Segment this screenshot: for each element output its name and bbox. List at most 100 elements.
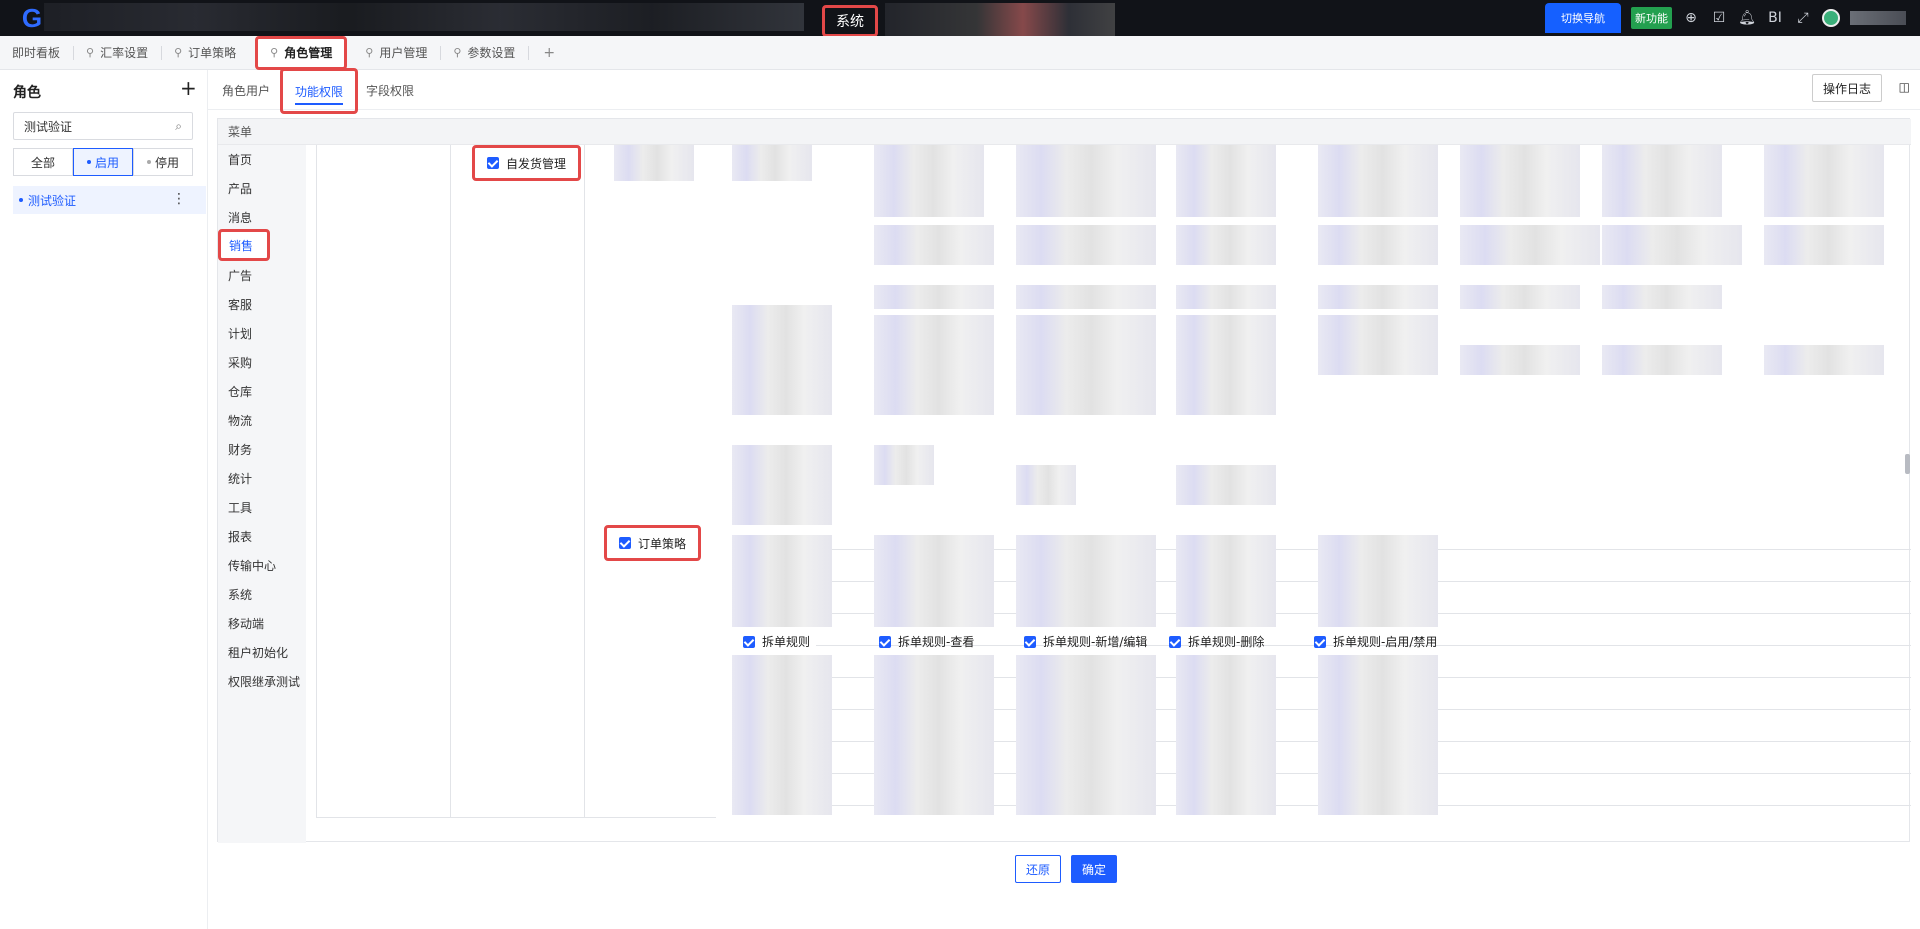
blurred-nav-right bbox=[885, 3, 1115, 39]
perm-split-view[interactable]: 拆单规则-查看 bbox=[879, 633, 974, 650]
pin-icon[interactable]: ⚲ bbox=[86, 46, 94, 59]
filter-disabled[interactable]: 停用 bbox=[133, 148, 193, 176]
top-right-tools: 切换导航 新功能 ⊕ ☑ 🔔︎ BI ⤢ bbox=[1545, 0, 1906, 36]
tab-exchange-rate[interactable]: ⚲ 汇率设置 bbox=[74, 36, 161, 70]
main-content: 角色用户 功能权限 字段权限 操作日志 ◫ 菜单 首页 产品 消息 销售 广告 … bbox=[208, 68, 1920, 929]
checkbox-checked-icon[interactable] bbox=[487, 157, 499, 169]
user-name-blurred[interactable] bbox=[1850, 11, 1906, 25]
switch-nav-button[interactable]: 切换导航 bbox=[1545, 3, 1621, 33]
blurred-cell bbox=[874, 315, 994, 415]
blurred-cell bbox=[1016, 285, 1156, 309]
blurred-cell bbox=[732, 305, 832, 415]
grid-line bbox=[584, 145, 585, 817]
search-icon[interactable]: ⌕ bbox=[175, 119, 182, 134]
menu-item[interactable]: 首页 bbox=[218, 147, 306, 171]
role-search-input[interactable]: 测试验证 ⌕ bbox=[13, 112, 193, 140]
menu-item[interactable]: 物流 bbox=[218, 408, 306, 432]
menu-item[interactable]: 计划 bbox=[218, 321, 306, 345]
menu-item[interactable]: 移动端 bbox=[218, 611, 306, 635]
menu-item[interactable]: 产品 bbox=[218, 176, 306, 200]
page-tabs: 即时看板 ⚲ 汇率设置 ⚲ 订单策略 ⚲ 角色管理 ⚲ 用户管理 ⚲ 参数设置 + bbox=[0, 35, 1920, 70]
blurred-cell bbox=[1016, 225, 1156, 265]
pin-icon[interactable]: ⚲ bbox=[453, 46, 461, 59]
blurred-cell bbox=[1016, 145, 1156, 217]
calendar-check-icon[interactable]: ☑ bbox=[1710, 10, 1728, 26]
blurred-cell bbox=[1460, 285, 1580, 309]
tab-user-management[interactable]: ⚲ 用户管理 bbox=[353, 36, 440, 70]
blurred-cell bbox=[1602, 285, 1722, 309]
confirm-button[interactable]: 确定 bbox=[1071, 855, 1118, 883]
permission-frame: 菜单 首页 产品 消息 销售 广告 客服 计划 采购 仓库 物流 财务 统计 工… bbox=[217, 118, 1911, 843]
blurred-cell bbox=[874, 655, 994, 815]
menu-list: 首页 产品 消息 销售 广告 客服 计划 采购 仓库 物流 财务 统计 工具 报… bbox=[218, 145, 306, 843]
footer-actions: 还原 确定 bbox=[1015, 855, 1118, 883]
checkbox-checked-icon[interactable] bbox=[1314, 635, 1326, 648]
blurred-cell bbox=[1318, 655, 1438, 815]
scrollbar[interactable] bbox=[1905, 454, 1910, 474]
menu-item-sales[interactable]: 销售 bbox=[218, 229, 270, 261]
menu-item[interactable]: 统计 bbox=[218, 466, 306, 490]
add-tab-icon[interactable]: + bbox=[529, 45, 569, 61]
perm-split-toggle[interactable]: 拆单规则-启用/禁用 bbox=[1314, 633, 1437, 650]
checkbox-checked-icon[interactable] bbox=[1169, 635, 1181, 648]
more-vertical-icon[interactable]: ⋮ bbox=[172, 191, 186, 207]
dot-icon bbox=[86, 160, 91, 164]
menu-item[interactable]: 权限继承测试 bbox=[218, 669, 306, 693]
add-role-icon[interactable]: + bbox=[180, 76, 197, 100]
blurred-cell bbox=[1318, 315, 1438, 375]
checkbox-checked-icon[interactable] bbox=[743, 635, 755, 648]
operation-log-button[interactable]: 操作日志 bbox=[1811, 74, 1882, 102]
menu-item[interactable]: 工具 bbox=[218, 495, 306, 519]
menu-item[interactable]: 报表 bbox=[218, 524, 306, 548]
menu-item[interactable]: 广告 bbox=[218, 263, 306, 287]
tab-parameter-settings[interactable]: ⚲ 参数设置 bbox=[441, 36, 528, 70]
reset-button[interactable]: 还原 bbox=[1015, 855, 1062, 883]
blurred-cell bbox=[732, 535, 832, 627]
role-sidebar: 角色 + 测试验证 ⌕ 全部 启用 停用 测试验证 ⋮ bbox=[0, 70, 208, 929]
columns-icon[interactable]: ◫ bbox=[1899, 80, 1910, 94]
blurred-cell bbox=[874, 285, 994, 309]
tab-order-strategy[interactable]: ⚲ 订单策略 bbox=[162, 36, 249, 70]
perm-split-add-edit[interactable]: 拆单规则-新增/编辑 bbox=[1024, 633, 1147, 650]
menu-item[interactable]: 财务 bbox=[218, 437, 306, 461]
hash-icon[interactable]: ⊕ bbox=[1682, 10, 1700, 26]
dot-icon bbox=[19, 198, 23, 202]
checkbox-checked-icon[interactable] bbox=[619, 537, 631, 549]
menu-item[interactable]: 租户初始化 bbox=[218, 640, 306, 664]
bell-icon[interactable]: 🔔︎ bbox=[1738, 10, 1756, 26]
sidebar-title: 角色 bbox=[13, 85, 41, 101]
menu-item[interactable]: 客服 bbox=[218, 292, 306, 316]
new-feature-badge[interactable]: 新功能 bbox=[1631, 7, 1672, 29]
perm-split-delete[interactable]: 拆单规则-删除 bbox=[1169, 633, 1264, 650]
blurred-cell bbox=[1460, 345, 1580, 375]
avatar[interactable] bbox=[1822, 9, 1840, 27]
fullscreen-icon[interactable]: ⤢ bbox=[1794, 10, 1812, 26]
pin-icon[interactable]: ⚲ bbox=[365, 46, 373, 59]
system-title[interactable]: 系统 bbox=[822, 5, 878, 37]
menu-item[interactable]: 仓库 bbox=[218, 379, 306, 403]
role-list-item[interactable]: 测试验证 ⋮ bbox=[13, 186, 206, 214]
tab-dashboard[interactable]: 即时看板 bbox=[0, 36, 73, 70]
checkbox-checked-icon[interactable] bbox=[1024, 635, 1036, 648]
permission-grid: 自发货管理 订单策略 拆单规则 拆单规则-查看 拆单规则-新增/编辑 拆单规则-… bbox=[316, 145, 1911, 818]
subtab-function-permissions[interactable]: 功能权限 bbox=[280, 68, 359, 114]
blurred-cell bbox=[1318, 285, 1438, 309]
bi-icon[interactable]: BI bbox=[1766, 10, 1784, 26]
blurred-cell bbox=[1176, 315, 1276, 415]
perm-self-ship[interactable]: 自发货管理 bbox=[472, 145, 582, 181]
subtab-role-users[interactable]: 角色用户 bbox=[222, 70, 270, 110]
filter-enabled[interactable]: 启用 bbox=[73, 148, 133, 176]
tab-role-management[interactable]: ⚲ 角色管理 bbox=[255, 35, 348, 70]
filter-all[interactable]: 全部 bbox=[13, 148, 73, 176]
checkbox-checked-icon[interactable] bbox=[879, 635, 891, 648]
menu-item[interactable]: 系统 bbox=[218, 582, 306, 606]
pin-icon[interactable]: ⚲ bbox=[270, 46, 278, 59]
pin-icon[interactable]: ⚲ bbox=[174, 46, 182, 59]
menu-item[interactable]: 传输中心 bbox=[218, 553, 306, 577]
blurred-cell bbox=[1176, 655, 1276, 815]
menu-item[interactable]: 采购 bbox=[218, 350, 306, 374]
perm-order-strategy[interactable]: 订单策略 bbox=[604, 525, 702, 561]
menu-item[interactable]: 消息 bbox=[218, 205, 306, 229]
perm-split-rule[interactable]: 拆单规则 bbox=[743, 633, 810, 650]
subtab-field-permissions[interactable]: 字段权限 bbox=[366, 70, 414, 110]
